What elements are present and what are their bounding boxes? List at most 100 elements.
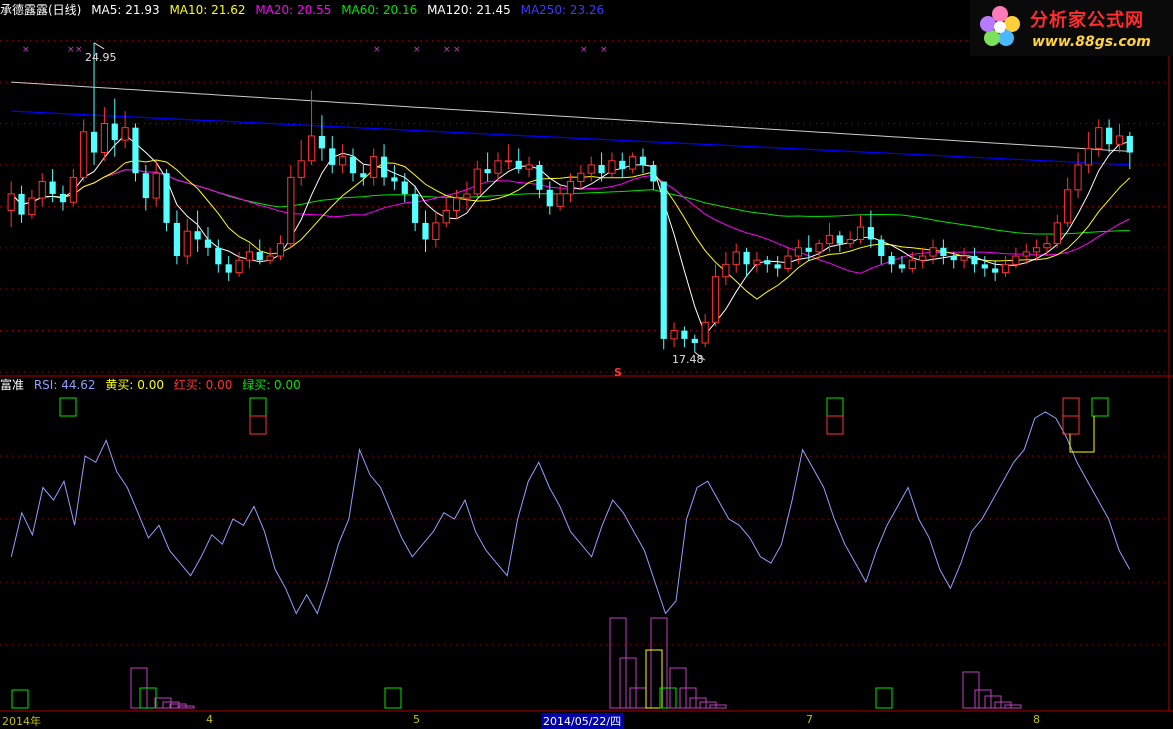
low-price-label: 17.48 <box>672 353 704 366</box>
ma10-value: MA10: 21.62 <box>169 3 246 17</box>
signal-bar <box>384 687 402 709</box>
candle-body-down <box>888 256 895 265</box>
candle-body-up <box>1053 222 1061 245</box>
candle-body-down <box>515 160 522 170</box>
flower-logo-icon <box>980 6 1020 46</box>
candle-body-up <box>577 172 585 183</box>
candle-body-down <box>132 127 139 174</box>
candle-body-down <box>660 181 667 339</box>
candle-body-down <box>318 135 326 149</box>
candle-body-up <box>494 160 502 174</box>
signal-bar <box>689 697 707 709</box>
candle-body-up <box>432 222 440 240</box>
signal-x-marker: × <box>22 45 30 55</box>
candle-body-up <box>556 193 564 207</box>
high-arrow <box>93 42 105 50</box>
candle-body-down <box>256 251 263 261</box>
candle-body-down <box>598 164 605 174</box>
candle-body-down <box>650 164 657 182</box>
candle-body-down <box>992 268 999 273</box>
candle-body-up <box>473 168 481 195</box>
candle-body-down <box>59 193 67 203</box>
green-buy-box <box>1091 397 1109 417</box>
candle-body-up <box>100 123 109 154</box>
candle-body-up <box>794 247 802 257</box>
ma250-value: MA250: 23.26 <box>520 3 605 17</box>
red-buy-box <box>826 415 844 435</box>
ma20-value: MA20: 20.55 <box>255 3 332 17</box>
candle-body-up <box>525 164 533 170</box>
date-label: 4 <box>206 713 213 726</box>
candle-body-down <box>639 156 647 165</box>
candle-body-up <box>1115 135 1124 145</box>
candle-body-down <box>173 222 181 257</box>
ma5-value: MA5: 21.93 <box>91 3 160 17</box>
red-buy-value: 红买: 0.00 <box>173 378 233 392</box>
indicator-header: 富准 RSI: 44.62 黄买: 0.00 红买: 0.00 绿买: 0.00 <box>0 377 307 393</box>
candle-body-down <box>681 330 688 339</box>
candle-body-down <box>412 193 419 223</box>
candle-body-up <box>701 321 709 344</box>
candle-body-down <box>774 264 781 269</box>
candle-body-up <box>235 259 243 274</box>
candle-body-up <box>297 160 305 178</box>
candle-body-up <box>566 181 575 195</box>
logo-url: www.88gs.com <box>1032 34 1151 50</box>
date-label: 8 <box>1033 713 1040 726</box>
candle-body-up <box>960 255 968 261</box>
signal-x-marker: × <box>453 45 461 55</box>
candle-body-up <box>1043 243 1051 249</box>
signal-x-marker: × <box>580 45 588 55</box>
candle-body-up <box>670 330 678 340</box>
signal-bar <box>609 617 627 709</box>
candle-body-up <box>711 276 720 323</box>
candle-body-up <box>442 209 450 224</box>
candle-body-down <box>1126 135 1133 153</box>
candle-body-up <box>152 172 160 199</box>
candle-body-down <box>898 264 906 269</box>
candle-body-down <box>691 338 698 344</box>
candle-body-up <box>608 160 616 174</box>
signal-x-marker: × <box>443 45 451 55</box>
candle-body-down <box>360 173 367 178</box>
candle-body-down <box>194 231 201 240</box>
candle-body-up <box>825 234 834 245</box>
candle-body-down <box>536 164 543 190</box>
date-label: 7 <box>806 713 813 726</box>
candle-body-up <box>629 156 637 170</box>
signal-bar <box>650 617 668 709</box>
candle-body-down <box>111 123 118 141</box>
ma120-value: MA120: 21.45 <box>427 3 511 17</box>
site-logo[interactable]: 分析家公式网 www.88gs.com <box>970 0 1173 56</box>
candle-body-up <box>587 164 595 174</box>
candle-body-up <box>722 263 730 278</box>
red-buy-box <box>1062 415 1080 435</box>
candle-body-up <box>307 135 316 162</box>
candle-body-down <box>878 239 885 257</box>
candle-body-up <box>1032 247 1041 253</box>
candle-body-up <box>28 197 36 216</box>
stock-title: 承德露露(日线) <box>0 3 82 17</box>
candle-body-up <box>929 247 937 257</box>
main-chart-header: 承德露露(日线) MA5: 21.93 MA10: 21.62 MA20: 20… <box>0 2 610 18</box>
signal-bar <box>1004 704 1022 709</box>
rsi-line <box>10 411 1131 615</box>
candle-body-down <box>484 169 491 174</box>
candle-body-up <box>183 230 191 257</box>
candle-body-down <box>422 222 429 240</box>
logo-title: 分析家公式网 <box>1030 10 1144 31</box>
signal-bar <box>629 687 647 709</box>
candle-body-up <box>38 181 46 199</box>
stock-chart[interactable]: × × × × × × × × × <box>0 0 1173 727</box>
candle-body-up <box>463 193 471 199</box>
signal-bar <box>974 689 992 709</box>
candle-body-down <box>981 264 988 269</box>
candle-body-down <box>546 189 553 207</box>
candle-body-up <box>7 193 15 211</box>
candle-body-up <box>1064 189 1072 224</box>
signal-x-marker: × <box>75 45 83 55</box>
candle-body-up <box>908 259 916 269</box>
candle-body-up <box>121 127 129 141</box>
candle-body-down <box>90 131 98 153</box>
candle-body-down <box>836 235 843 244</box>
